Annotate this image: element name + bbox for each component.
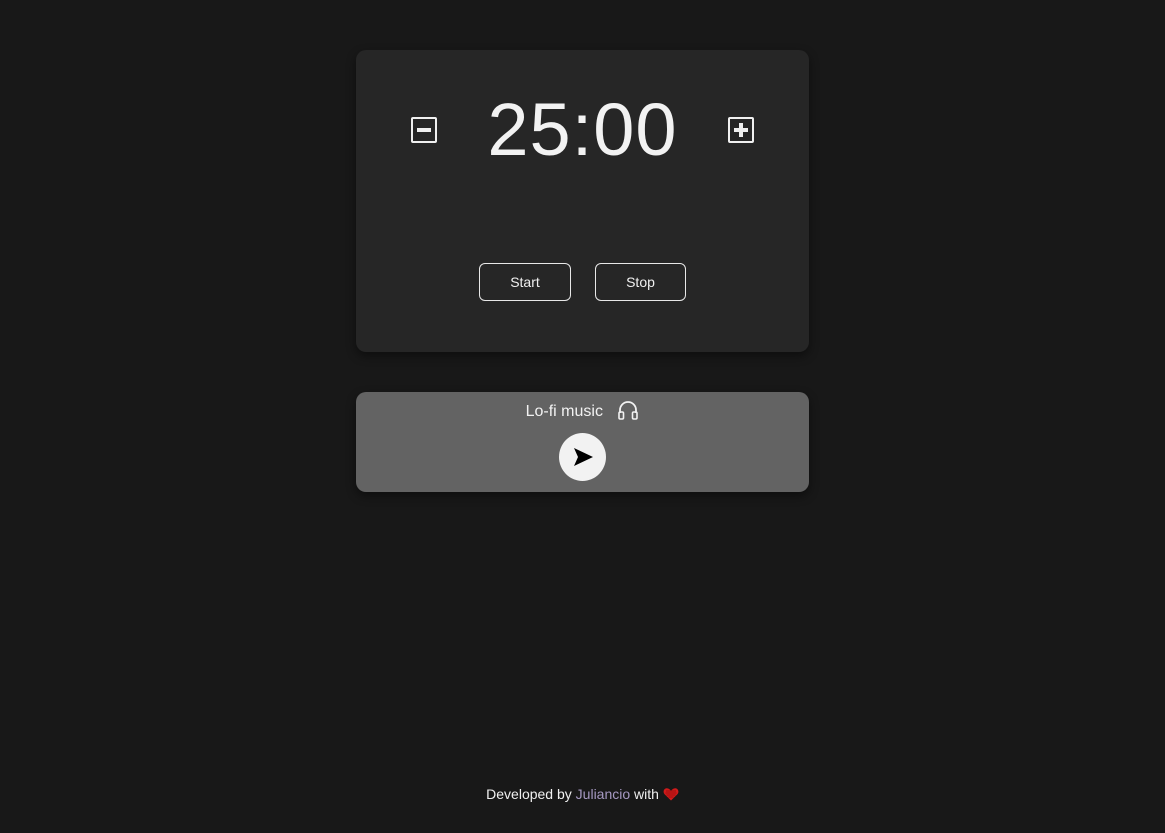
- music-title: Lo-fi music: [525, 403, 603, 421]
- page: 25:00 Start Stop Lo-fi music Developed b…: [0, 0, 1165, 833]
- play-icon: [574, 448, 593, 466]
- footer-prefix: Developed by: [486, 786, 572, 802]
- play-button[interactable]: [559, 433, 606, 481]
- footer-suffix: with: [634, 786, 659, 802]
- start-button[interactable]: Start: [479, 263, 571, 301]
- heart-icon: [663, 786, 679, 802]
- timer-card: 25:00 Start Stop: [356, 50, 809, 352]
- stop-button[interactable]: Stop: [595, 263, 686, 301]
- music-title-row: Lo-fi music: [356, 400, 809, 422]
- increase-time-button[interactable]: [728, 117, 754, 143]
- author-link[interactable]: Juliancio: [576, 786, 630, 802]
- headphones-icon: [617, 400, 639, 420]
- footer: Developed by Juliancio with: [0, 784, 1165, 804]
- plus-icon-vertical: [739, 123, 743, 137]
- music-player-card: Lo-fi music: [356, 392, 809, 492]
